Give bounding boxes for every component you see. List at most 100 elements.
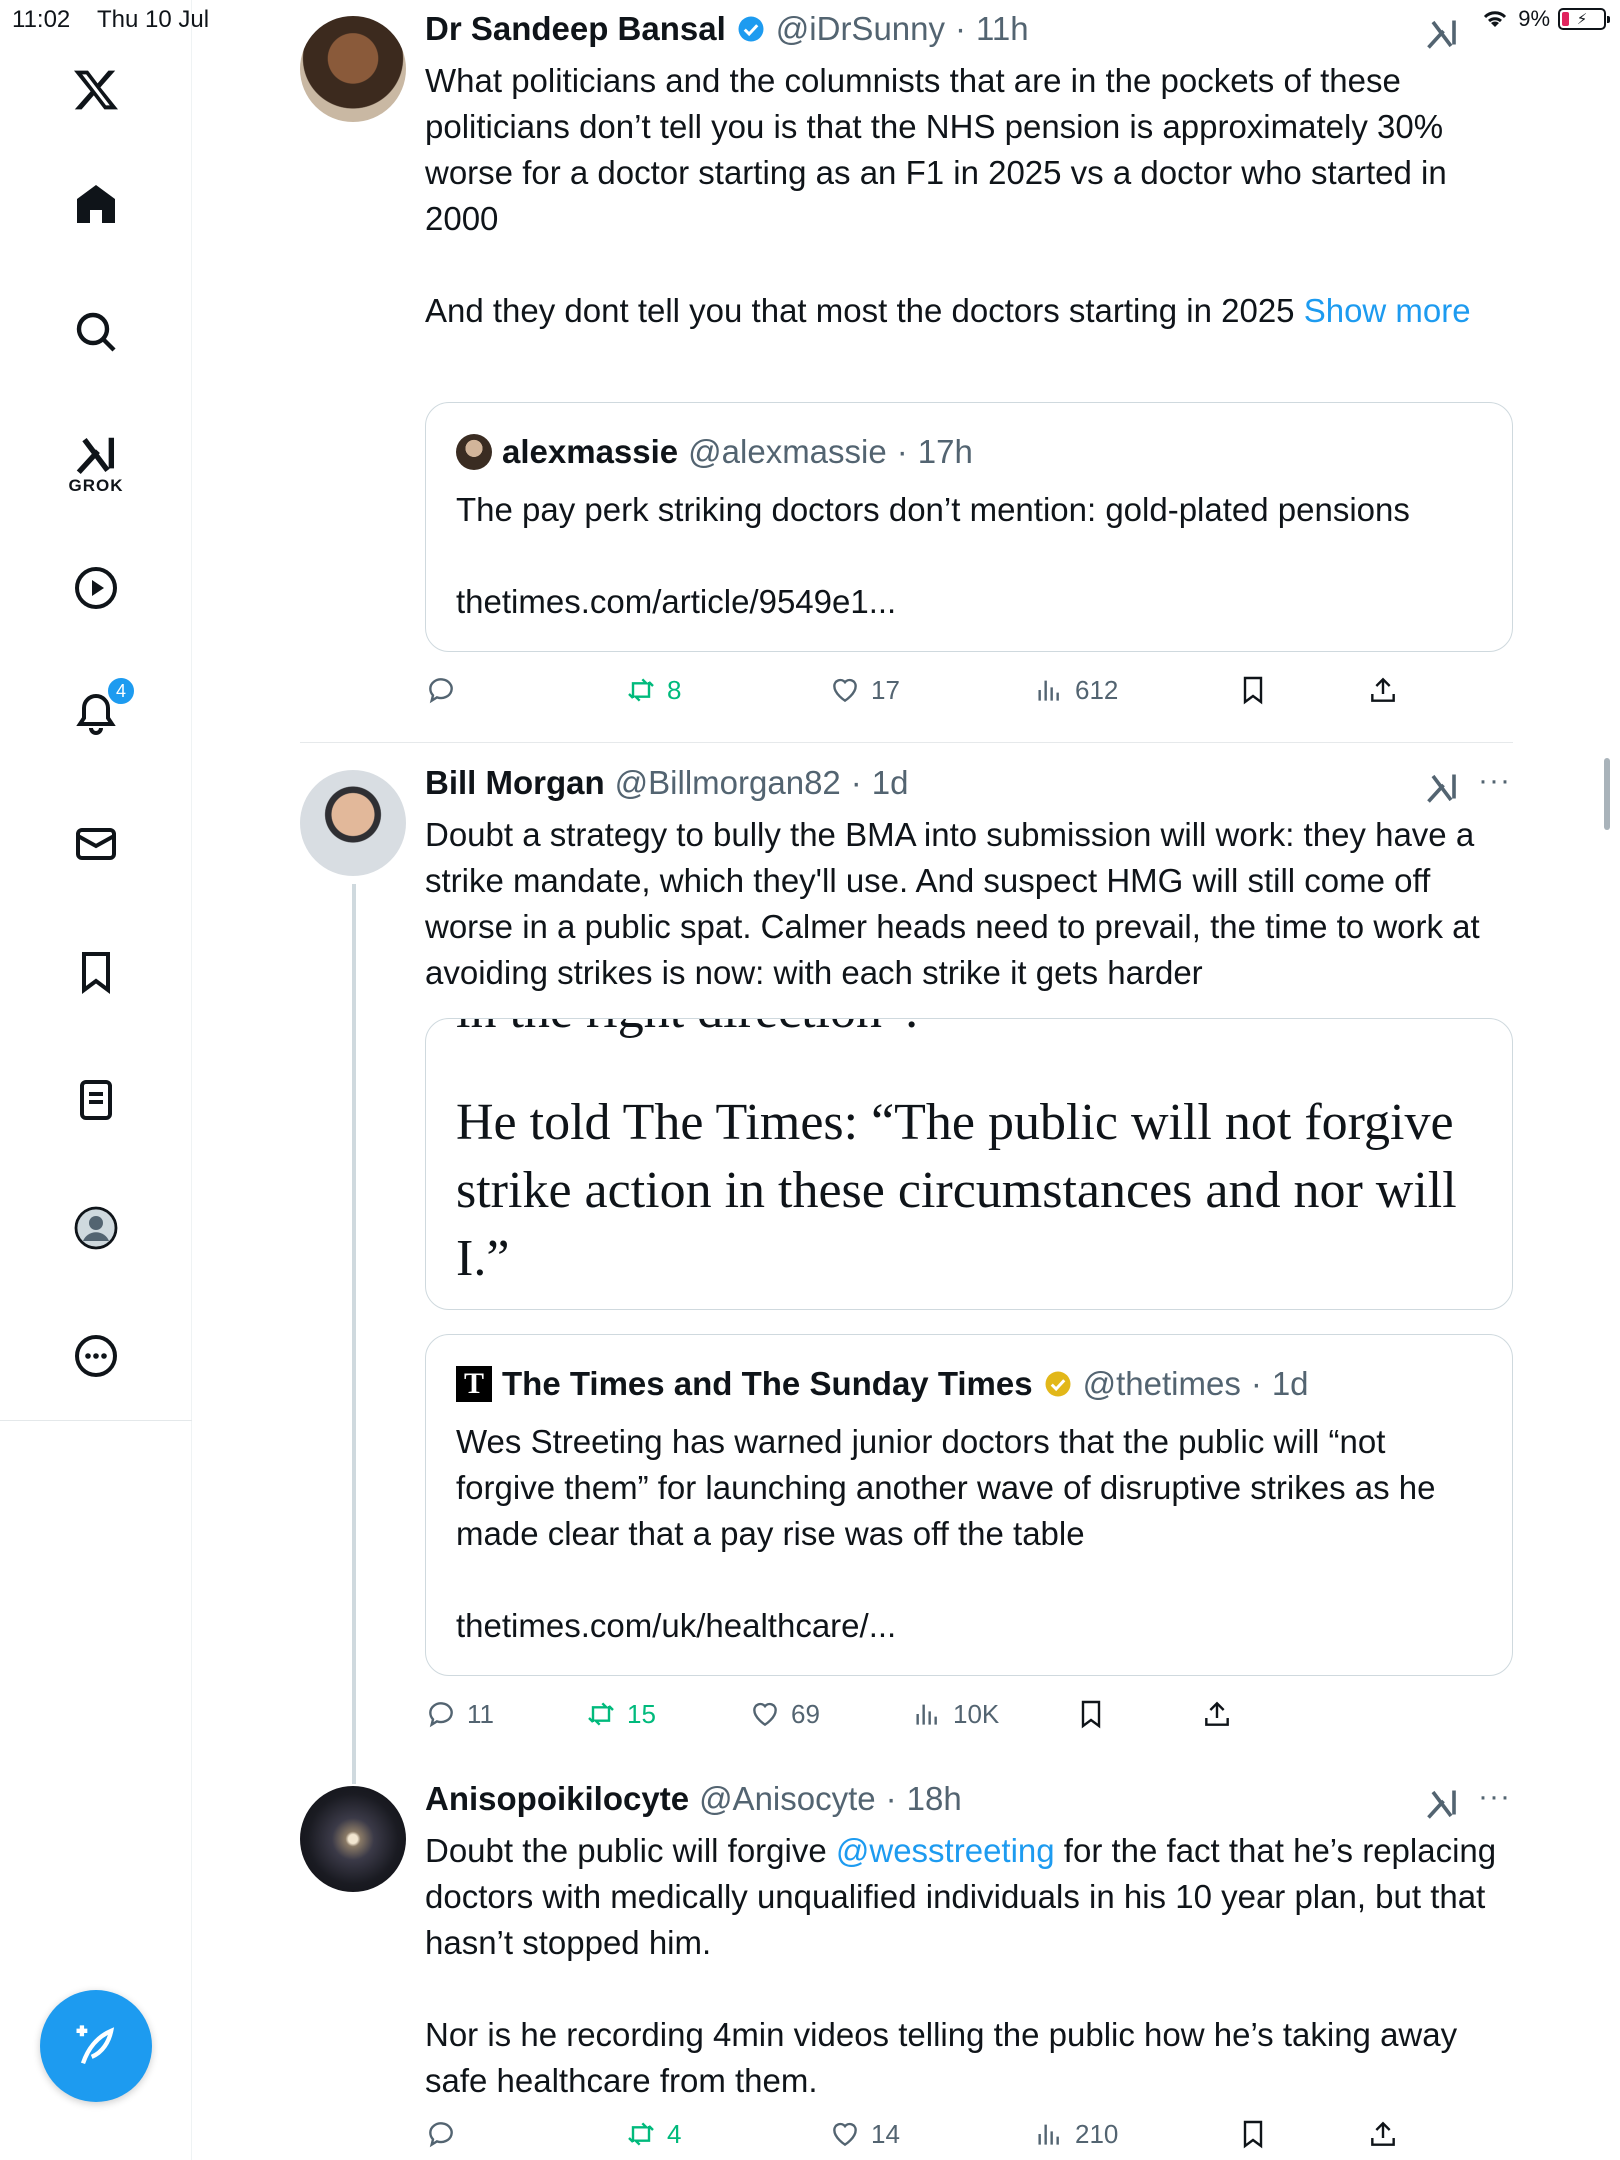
search-icon[interactable]: [64, 300, 128, 364]
views-icon: [1038, 680, 1059, 701]
retweet-button[interactable]: 4: [625, 2118, 681, 2150]
heart-icon: [833, 678, 857, 703]
reply-button[interactable]: 11: [425, 1698, 494, 1730]
notifications-badge: 4: [106, 676, 136, 706]
quoted-link[interactable]: thetimes.com/article/9549e1...: [456, 579, 1482, 625]
tweet-time[interactable]: 18h: [907, 1780, 962, 1818]
thread-line: [352, 884, 356, 1784]
reply-button[interactable]: [425, 674, 467, 706]
author-name[interactable]: Dr Sandeep Bansal: [425, 10, 726, 48]
bookmark-button[interactable]: [1075, 1698, 1107, 1730]
like-button[interactable]: 14: [829, 2118, 900, 2150]
author-handle[interactable]: @iDrSunny: [776, 10, 945, 48]
retweet-button[interactable]: 15: [585, 1698, 656, 1730]
reply-icon: [429, 1702, 453, 1728]
verified-badge-icon: [738, 16, 764, 42]
tweet-time[interactable]: 1d: [872, 764, 909, 802]
tweet-actions: 8 17 612: [425, 674, 1513, 714]
bookmark-icon: [1243, 676, 1263, 705]
gold-verified-badge-icon: [1045, 1371, 1071, 1397]
author-name[interactable]: Anisopoikilocyte: [425, 1780, 689, 1818]
more-options-icon[interactable]: ···: [1478, 1780, 1511, 1814]
profile-icon[interactable]: [64, 1196, 128, 1260]
bookmark-icon: [1081, 1700, 1101, 1729]
views-icon: [916, 1704, 937, 1725]
grok-icon[interactable]: [1424, 770, 1460, 806]
image-quote-cut-text: in the right direction”.: [456, 1019, 918, 1040]
show-more-link[interactable]: Show more: [1304, 292, 1471, 329]
author-handle[interactable]: @Anisocyte: [699, 1780, 876, 1818]
times-logo-icon: T: [456, 1366, 492, 1402]
mention-link[interactable]: @wesstreeting: [836, 1832, 1055, 1869]
x-logo-icon[interactable]: [64, 58, 128, 122]
more-options-icon[interactable]: ···: [1478, 764, 1511, 798]
mail-icon[interactable]: [64, 812, 128, 876]
grok-icon: [76, 437, 115, 475]
like-count: 69: [791, 1698, 820, 1729]
retweet-count: 15: [627, 1698, 656, 1729]
like-button[interactable]: 17: [829, 674, 900, 706]
grok-icon[interactable]: [1424, 1786, 1460, 1822]
tweet-divider: [300, 742, 1513, 743]
scrollbar[interactable]: [1604, 758, 1610, 830]
views-button[interactable]: 210: [1033, 2118, 1118, 2150]
retweet-button[interactable]: 8: [625, 674, 681, 706]
quoted-time: 1d: [1271, 1365, 1309, 1402]
views-button[interactable]: 10K: [911, 1698, 999, 1730]
author-handle[interactable]: @Billmorgan82: [615, 764, 841, 802]
quoted-text: Wes Streeting has warned junior doctors …: [456, 1423, 1436, 1552]
notifications-nav[interactable]: 4: [64, 676, 136, 746]
grok-nav[interactable]: GROK: [64, 424, 128, 504]
quoted-author-name: The Times and The Sunday Times: [502, 1365, 1033, 1402]
tweet-actions: 11 15 69 10K: [425, 1698, 1325, 1738]
video-icon[interactable]: [64, 556, 128, 620]
bookmark-button[interactable]: [1237, 2118, 1269, 2150]
grok-icon[interactable]: [1424, 16, 1460, 52]
share-button[interactable]: [1367, 674, 1399, 706]
more-icon[interactable]: [64, 1324, 128, 1388]
heart-icon: [833, 2122, 857, 2147]
bookmark-icon: [1243, 2120, 1263, 2149]
wifi-icon: [1484, 11, 1507, 27]
share-button[interactable]: [1201, 1698, 1233, 1730]
quoted-link[interactable]: thetimes.com/uk/healthcare/...: [456, 1603, 1482, 1649]
grok-label: GROK: [68, 476, 124, 495]
retweet-icon: [628, 678, 654, 702]
views-button[interactable]: 612: [1033, 674, 1118, 706]
tweet-text: Doubt the public will forgive @wesstreet…: [425, 1832, 1497, 2099]
quoted-author-handle: @alexmassie: [688, 433, 887, 470]
reply-button[interactable]: [425, 2118, 467, 2150]
avatar[interactable]: [300, 770, 406, 876]
lists-icon[interactable]: [64, 1068, 128, 1132]
tweet-time[interactable]: 11h: [976, 10, 1029, 48]
image-quote-text: He told The Times: “The public will not …: [456, 1094, 1457, 1287]
home-icon[interactable]: [64, 172, 128, 236]
quoted-tweet[interactable]: T The Times and The Sunday Times @thetim…: [425, 1334, 1513, 1676]
quoted-author-name: alexmassie: [502, 433, 679, 470]
author-name[interactable]: Bill Morgan: [425, 764, 605, 802]
tweet-text: What politicians and the columnists that…: [425, 62, 1471, 329]
bookmark-button[interactable]: [1237, 674, 1269, 706]
share-button[interactable]: [1367, 2118, 1399, 2150]
avatar[interactable]: [300, 1786, 406, 1892]
media-image-quote[interactable]: in the right direction”. He told The Tim…: [425, 1018, 1513, 1310]
like-button[interactable]: 69: [749, 1698, 820, 1730]
battery-percent: 9%: [1518, 6, 1550, 31]
retweet-icon: [628, 2122, 654, 2146]
reply-icon: [429, 2122, 453, 2148]
quoted-author-handle: @thetimes: [1082, 1365, 1241, 1402]
views-count: 210: [1075, 2118, 1119, 2149]
share-icon: [1371, 2121, 1395, 2146]
compose-button[interactable]: [40, 1990, 152, 2102]
retweet-icon: [588, 1702, 614, 1726]
avatar[interactable]: [300, 16, 406, 122]
quoted-text: The pay perk striking doctors don’t ment…: [456, 491, 1410, 528]
quoted-tweet[interactable]: alexmassie @alexmassie · 17h The pay per…: [425, 402, 1513, 652]
bookmarks-icon[interactable]: [64, 940, 128, 1004]
sidebar-divider: [0, 1420, 192, 1421]
views-icon: [1038, 2124, 1059, 2145]
share-icon: [1371, 677, 1395, 702]
like-count: 17: [871, 674, 900, 705]
quoted-time: 17h: [917, 433, 973, 470]
tweet-text: Doubt a strategy to bully the BMA into s…: [425, 816, 1489, 991]
